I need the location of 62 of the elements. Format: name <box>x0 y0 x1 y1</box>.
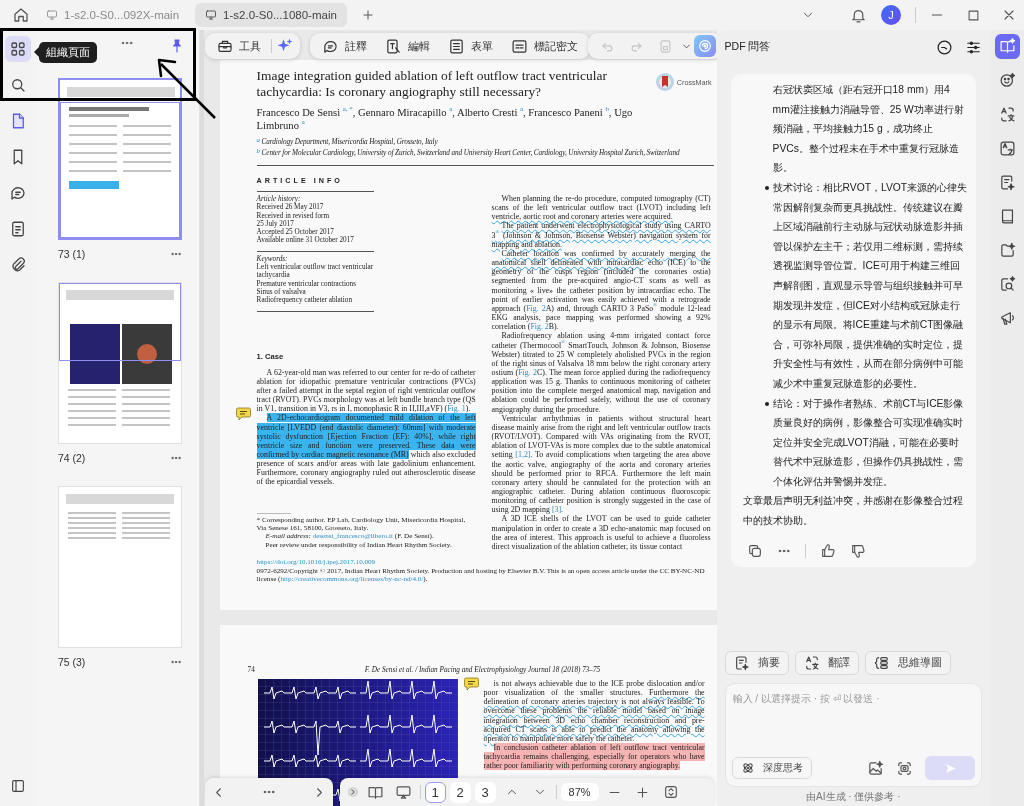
image-icon[interactable] <box>867 759 885 777</box>
comment-note-icon[interactable] <box>463 677 479 690</box>
prompt-chip[interactable]: 翻譯 <box>794 651 859 675</box>
ai-assistant-icon <box>696 38 713 54</box>
document-tab[interactable]: 1-s2.0-S0...1080-main <box>195 3 347 27</box>
thumbs-up-icon[interactable] <box>819 542 836 559</box>
comment-note-icon[interactable] <box>235 407 251 420</box>
toolbox-icon <box>216 38 233 54</box>
ai-assistant-button[interactable] <box>693 35 716 57</box>
grid-icon[interactable] <box>4 36 31 62</box>
monitor-icon <box>46 9 58 21</box>
avatar[interactable]: J <box>881 5 901 25</box>
bullet-icon <box>764 401 769 406</box>
screenshot-icon[interactable] <box>896 759 914 777</box>
prompt-chip[interactable]: 思維導圖 <box>864 651 951 675</box>
annotation-arrow <box>155 56 217 120</box>
form-icon <box>447 37 465 55</box>
collapse-icon[interactable] <box>345 785 360 799</box>
thumbs-down-icon[interactable] <box>849 542 866 559</box>
copy-icon[interactable] <box>746 542 763 559</box>
tooltip: 組織頁面 <box>33 41 97 63</box>
page-thumbnail[interactable] <box>57 78 182 240</box>
prompt-chip[interactable]: 摘要 <box>724 651 789 675</box>
toolbar-button[interactable]: 表單 <box>441 35 499 57</box>
save-icon <box>657 38 673 54</box>
page-button[interactable]: 3 <box>474 781 496 803</box>
sidebar-icon[interactable] <box>9 778 26 794</box>
answer-text: 结论：对于操作者熟练、术前CT与ICE影像质量良好的病例，影像整合可实现准确实时定位并安全完成LVOT消融，可能在必要时替代术中冠脉造影，但操作仍具挑战性，需个体化评估并警惕并发症。 <box>772 396 965 489</box>
text-edit-icon <box>384 37 402 55</box>
panel-title: PDF 問答 <box>724 40 771 54</box>
page-button[interactable]: 1 <box>424 781 446 803</box>
toolbar-button[interactable]: 註釋 <box>315 35 373 57</box>
tooltip-pointer-icon <box>33 47 39 57</box>
author-list: Francesco De Sensi $^{a, *}$, Gennaro Miracapillo $^{a}$, Alberto Cresti $^{a}$, Francesco Paneni $^{b}$, Ugo Limbruno $^{a}$ <box>256 107 657 132</box>
redact-icon <box>510 37 528 55</box>
fit-page-icon[interactable] <box>662 784 679 800</box>
deep-think-button[interactable]: 深度思考 <box>731 757 812 779</box>
history-icon[interactable] <box>936 38 954 56</box>
zoom-level[interactable]: 87% <box>560 783 599 801</box>
mind-map-icon <box>873 655 890 671</box>
disclaimer: 由AI生成 · 僅供參考 · <box>805 790 902 804</box>
summary-icon <box>733 655 750 671</box>
monitor-icon <box>205 9 218 21</box>
answer-text: 文章最后声明无利益冲突，并感谢在影像整合过程中的技术协助。 <box>742 494 964 529</box>
atom-icon <box>740 761 755 775</box>
article-title: Image integration guided ablation of left outflow tract ventricular tachycardia: Is coronary angiography still necessary? <box>256 68 608 100</box>
toolbar-button[interactable]: 編輯 <box>378 35 436 57</box>
page-label: 73 (1) <box>57 248 86 260</box>
answer-text: 技术讨论：相比RVOT，LVOT来源的心律失常因解剖复杂而更具挑战性。传统建议在瓣上区域消融前行主动脉与冠状动脉造影并插管以保护左主干；若仅用二维标测，需持续透视监测导管位置。ICE可用于构建三维回声解剖图，直观显示导管与组织接触并可早期发现并发症，但ICE对小结构或冠脉走行的显示有局限。将ICE重建与术前CT图像融合，可弥补局限，提供准确的实时定位，提升安全性与有效性，从而在部分病例中可能减少术中重复冠脉造影的必要性。 <box>772 180 969 391</box>
chat-input-field[interactable]: 輸入 / 以選擇提示 · 按 ⏎ 以發送 · 深度思考 <box>724 683 983 787</box>
page-button[interactable]: 2 <box>449 781 471 803</box>
answer-text: 右冠状窦区域（距右冠开口18 mm）用4 mm灌注接触力消融导管、25 W功率进行射频消融，平均接触力15 g，成功终止PVCs。整个过程未在手术中重复行冠脉造影。 <box>771 83 965 176</box>
page-label: 75 (3) <box>57 656 86 668</box>
page-label: 74 (2) <box>57 452 86 464</box>
bullet-icon <box>764 185 769 190</box>
book-sparkle-icon[interactable] <box>994 34 1020 59</box>
present-icon[interactable] <box>395 783 413 801</box>
zoom-in-icon[interactable] <box>635 784 651 800</box>
translate-icon <box>803 655 820 671</box>
toolbar-button[interactable]: 標記密文 <box>504 35 584 57</box>
maximize-icon[interactable] <box>965 7 981 23</box>
home-icon[interactable] <box>12 6 30 24</box>
